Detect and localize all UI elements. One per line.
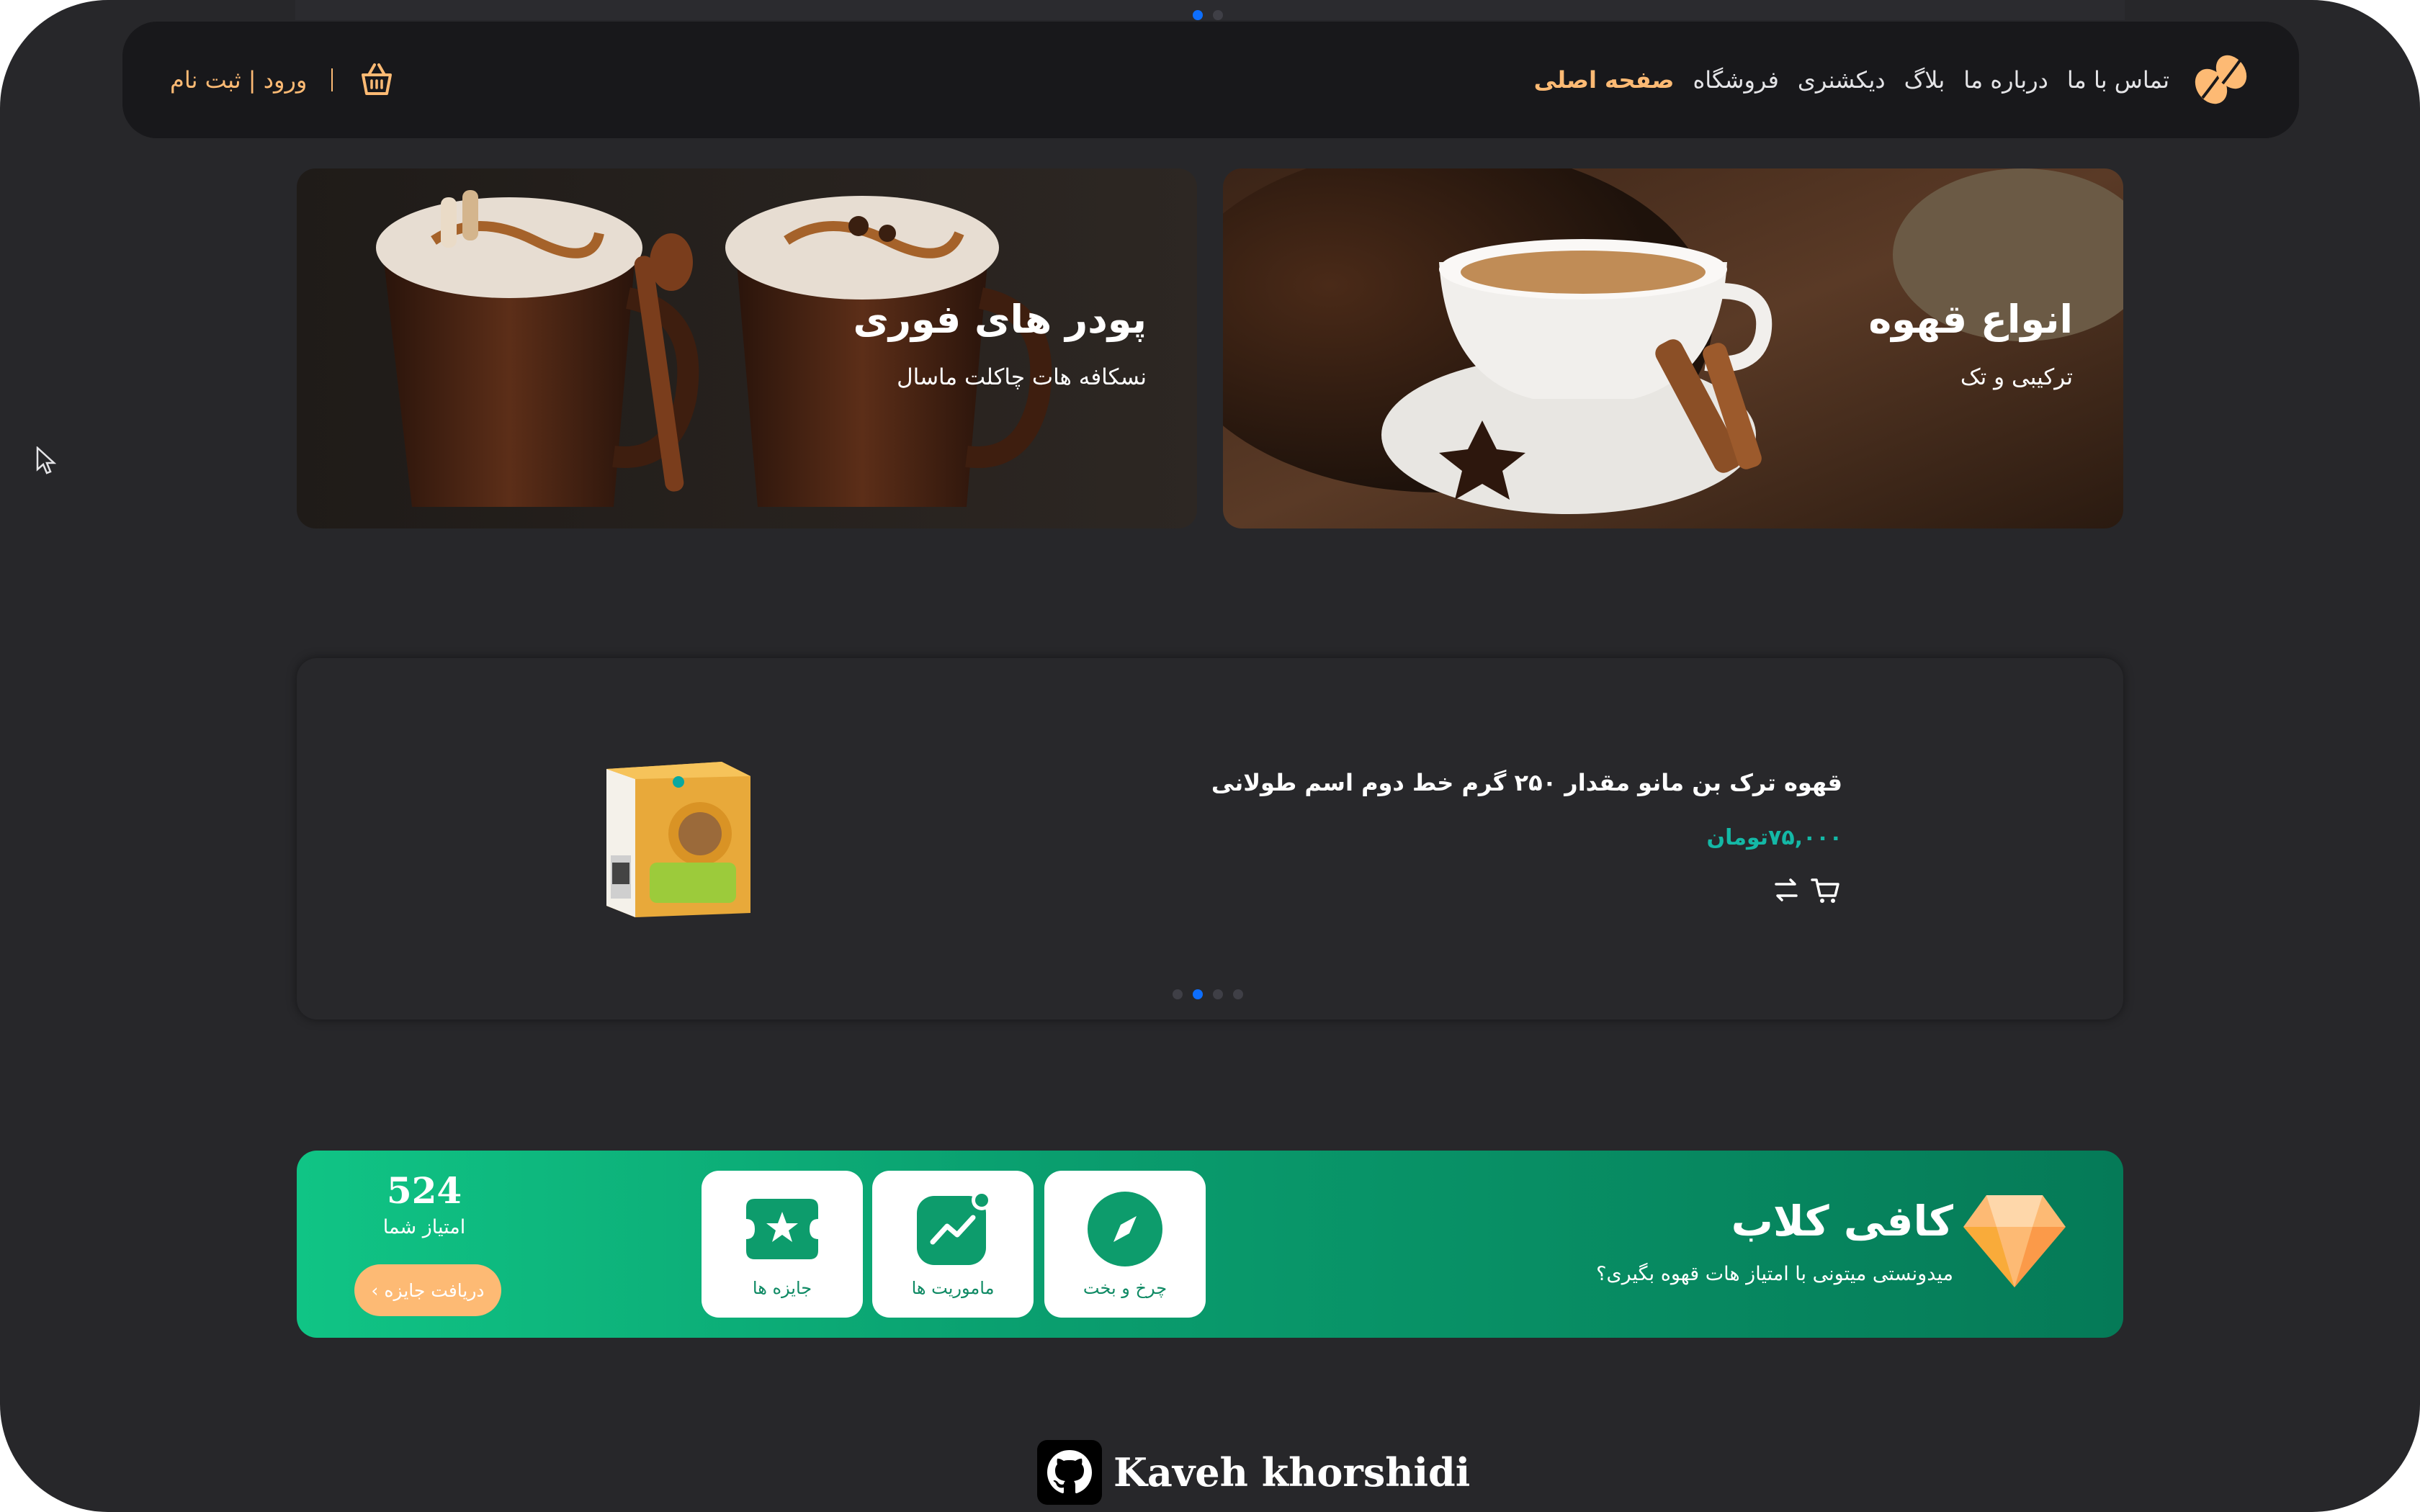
- cart-icon[interactable]: [1809, 874, 1841, 906]
- banner-subtitle: نسکافه هات چاکلت ماسال: [897, 364, 1147, 390]
- product-slider: قهوه ترک بن مانو مقدار ۲۵۰ گرم خط دوم اس…: [297, 658, 2123, 1020]
- hot-drinks-image: [297, 168, 1197, 528]
- nav-link-home[interactable]: صفحه اصلی: [1534, 66, 1675, 94]
- banner-subtitle: ترکیبی و تک: [1960, 364, 2073, 390]
- strip-dot: [1213, 10, 1223, 20]
- get-reward-button[interactable]: ‹ دریافت جایزه: [354, 1264, 501, 1316]
- coffee-beans-logo[interactable]: [2191, 50, 2250, 109]
- coffee-club-banner: کافی کلاب میدونستی میتونی با امتیاز هات …: [297, 1151, 2123, 1338]
- wheel-of-fortune-tile[interactable]: چرخ و بخت: [1044, 1171, 1206, 1318]
- tile-label: چرخ و بخت: [1083, 1278, 1168, 1298]
- product-name[interactable]: قهوه ترک بن مانو مقدار ۲۵۰ گرم خط دوم اس…: [1211, 769, 1842, 796]
- github-icon[interactable]: [1037, 1440, 1102, 1505]
- nav-link-shop[interactable]: فروشگاه: [1693, 66, 1778, 94]
- nav-links: صفحه اصلی فروشگاه دیکشنری بلاگ درباره ما…: [1534, 58, 2169, 102]
- author-name: Kaveh khorshidi: [1113, 1449, 1471, 1495]
- chevron-left-icon: ‹: [371, 1279, 379, 1301]
- compare-icon[interactable]: [1770, 874, 1802, 906]
- tile-label: جایزه ها: [752, 1278, 812, 1298]
- basket-icon[interactable]: [357, 60, 396, 99]
- club-subtitle: میدونستی میتونی با امتیاز هات قهوه بگیری…: [1596, 1263, 1953, 1285]
- login-register-link[interactable]: ورود | ثبت نام: [170, 66, 307, 94]
- tile-label: ماموریت ها: [911, 1278, 995, 1298]
- club-title: کافی کلاب: [1731, 1197, 1953, 1246]
- nav-link-about[interactable]: درباره ما: [1963, 66, 2048, 94]
- points-value: 524: [386, 1169, 462, 1212]
- slider-pagination: [1173, 989, 1243, 999]
- app-screen: صفحه اصلی فروشگاه دیکشنری بلاگ درباره ما…: [0, 0, 2420, 1512]
- slider-dot-active[interactable]: [1193, 989, 1203, 999]
- points-label: امتیاز شما: [382, 1216, 466, 1238]
- banner-title: پودر های فوری: [853, 297, 1147, 342]
- compass-icon: [1088, 1192, 1162, 1266]
- banner-instant-powders[interactable]: پودر های فوری نسکافه هات چاکلت ماسال: [297, 168, 1197, 528]
- previous-section-strip: [295, 0, 2125, 20]
- nav-actions: ورود | ثبت نام: [170, 55, 396, 105]
- banner-title: انواع قهوه: [1868, 297, 2073, 342]
- missions-tile[interactable]: ماموریت ها: [872, 1171, 1034, 1318]
- product-actions: [1770, 874, 1841, 906]
- strip-dot-active: [1193, 10, 1203, 20]
- slider-dot[interactable]: [1233, 989, 1243, 999]
- product-price: ۷۵,۰۰۰تومان: [1706, 825, 1842, 850]
- points-box: 524 امتیاز شما: [349, 1169, 500, 1238]
- navbar: صفحه اصلی فروشگاه دیکشنری بلاگ درباره ما…: [122, 22, 2299, 138]
- slider-dot[interactable]: [1173, 989, 1183, 999]
- reward-button-label: دریافت جایزه: [384, 1279, 485, 1301]
- nav-link-blog[interactable]: بلاگ: [1904, 66, 1945, 94]
- nav-link-dictionary[interactable]: دیکشنری: [1798, 66, 1886, 94]
- footer-credit: Kaveh khorshidi: [1037, 1439, 1470, 1506]
- coffee-cup-image: [1223, 168, 2123, 528]
- cursor-icon: [36, 446, 56, 474]
- chart-icon: [917, 1190, 992, 1265]
- star-ticket-icon: [746, 1199, 818, 1259]
- product-image[interactable]: [599, 755, 758, 920]
- nav-divider: [331, 68, 333, 91]
- nav-link-contact[interactable]: تماس با ما: [2067, 66, 2169, 94]
- banner-coffee-types[interactable]: انواع قهوه ترکیبی و تک: [1223, 168, 2123, 528]
- slider-dot[interactable]: [1213, 989, 1223, 999]
- diamond-icon: [1963, 1195, 2066, 1287]
- rewards-tile[interactable]: جایزه ها: [702, 1171, 863, 1318]
